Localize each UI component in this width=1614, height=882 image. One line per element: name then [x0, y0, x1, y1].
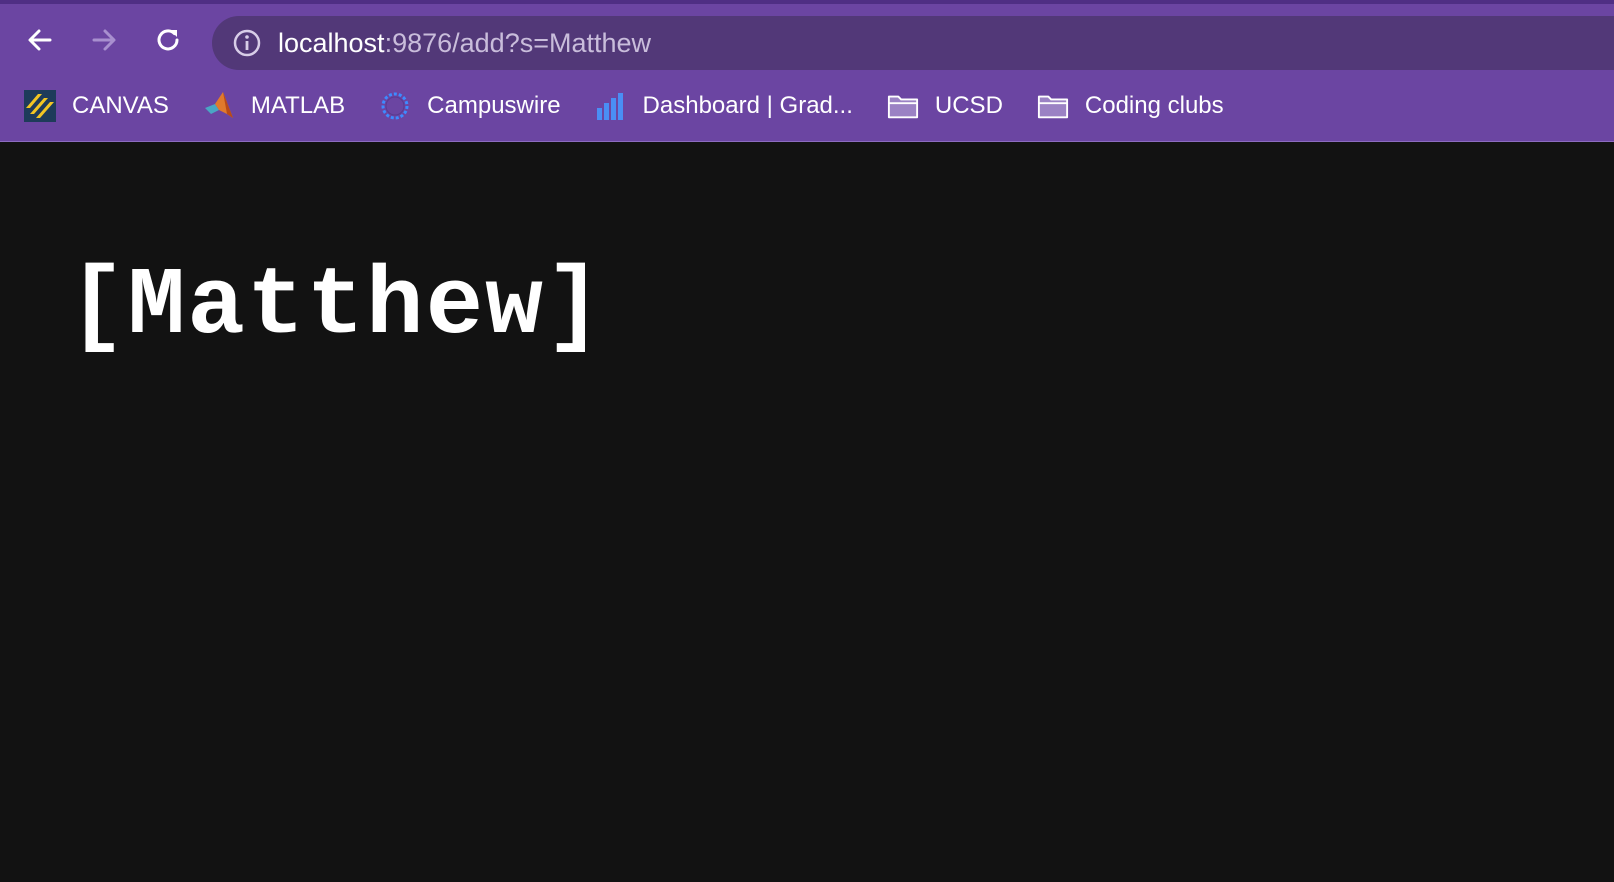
bookmark-label: UCSD [934, 92, 1003, 119]
arrow-right-icon [88, 24, 120, 56]
bookmark-folder-ucsd[interactable]: UCSD [887, 86, 1003, 126]
reload-icon [152, 24, 184, 56]
response-text: [Matthew] [68, 252, 605, 361]
bookmark-campuswire[interactable]: Campuswire [379, 86, 561, 126]
matlab-icon [203, 90, 235, 122]
bookmark-label: Campuswire [427, 92, 561, 119]
browser-toolbar: localhost:9876/add?s=Matthew [0, 12, 1614, 70]
url-path: :9876/add?s=Matthew [384, 27, 652, 58]
arrow-left-icon [24, 24, 56, 56]
campuswire-icon [379, 90, 411, 122]
back-button[interactable] [20, 20, 60, 60]
bookmarks-bar: CANVAS MATLAB Campuswire Dashboard | Gra… [0, 82, 1614, 130]
info-icon[interactable] [232, 28, 262, 58]
canvas-icon [24, 90, 56, 122]
bookmark-canvas[interactable]: CANVAS [24, 86, 169, 126]
bookmark-label: CANVAS [72, 92, 169, 119]
bar-chart-icon [595, 90, 627, 122]
bookmark-label: Coding clubs [1084, 92, 1224, 119]
folder-icon [1037, 90, 1069, 122]
bookmark-label: MATLAB [250, 92, 346, 119]
bookmark-folder-coding-clubs[interactable]: Coding clubs [1037, 86, 1224, 126]
bookmark-matlab[interactable]: MATLAB [203, 86, 345, 126]
browser-chrome: localhost:9876/add?s=Matthew CANVAS MATL… [0, 0, 1614, 142]
forward-button[interactable] [84, 20, 124, 60]
reload-button[interactable] [148, 20, 188, 60]
url-host: localhost [278, 27, 385, 58]
bookmark-label: Dashboard | Grad... [642, 92, 853, 119]
bookmark-dashboard[interactable]: Dashboard | Grad... [595, 86, 853, 126]
url-text: localhost:9876/add?s=Matthew [278, 28, 651, 59]
address-bar[interactable]: localhost:9876/add?s=Matthew [212, 16, 1614, 70]
page-content: [Matthew] [0, 142, 1614, 882]
folder-icon [887, 90, 919, 122]
